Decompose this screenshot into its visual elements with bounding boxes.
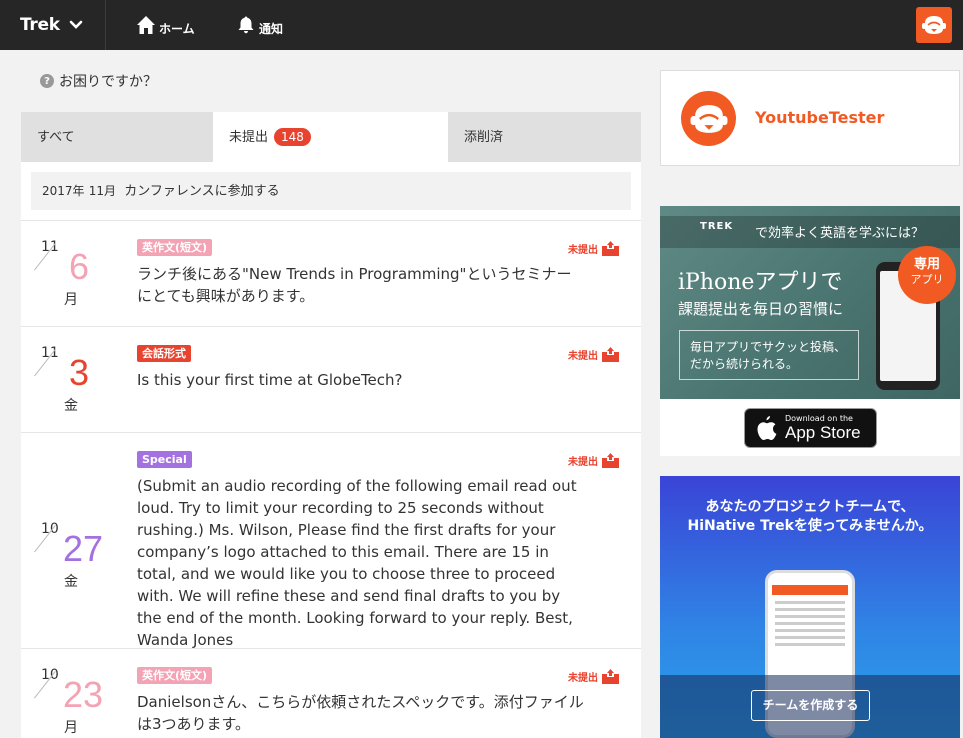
- task-status[interactable]: 未提出: [568, 241, 619, 256]
- team-promo-banner[interactable]: あなたのプロジェクトチームで、 HiNative Trekを使ってみませんか。 …: [660, 476, 960, 738]
- task-type-tag: 会話形式: [137, 345, 191, 362]
- task-status-label: 未提出: [568, 673, 598, 684]
- task-month: 10: [41, 667, 59, 683]
- nav-notifications[interactable]: 通知: [236, 0, 283, 50]
- help-link[interactable]: ? お困りですか？: [40, 71, 157, 91]
- top-nav: Trek ホーム 通知: [0, 0, 963, 50]
- app-badge-main: 専用: [913, 257, 940, 272]
- task-text: (Submit an audio recording of the follow…: [137, 477, 577, 649]
- app-store-button[interactable]: Download on the App Store: [744, 408, 877, 448]
- avatar-face-icon: [690, 104, 727, 133]
- task-month: 10: [41, 521, 59, 537]
- task-status[interactable]: 未提出: [568, 347, 619, 362]
- tab-all-label: すべて: [37, 130, 75, 145]
- help-label: お困りですか？: [59, 74, 157, 90]
- task-type-tag: Special: [137, 451, 192, 468]
- group-title: カンファレンスに参加する: [124, 184, 280, 199]
- group-year: 2017年: [42, 184, 85, 198]
- app-store-line2: App Store: [785, 423, 861, 442]
- task-text: Is this your first time at GlobeTech?: [137, 371, 403, 389]
- task-weekday: 金: [64, 398, 78, 414]
- profile-card[interactable]: YoutubeTester: [660, 70, 960, 166]
- brand-name: Trek: [20, 15, 60, 35]
- question-icon: ?: [40, 74, 54, 88]
- tab-pending[interactable]: 未提出 148: [213, 112, 448, 162]
- task-date: 11 6 月: [21, 221, 131, 326]
- inbox-icon: [602, 241, 619, 256]
- tab-reviewed-label: 添削済: [464, 130, 504, 145]
- task-item[interactable]: 10 27 金 Special 未提出 (Submit an audio rec…: [21, 432, 641, 649]
- promo-subtitle: 課題提出を毎日の習慣に: [678, 300, 844, 318]
- nav-notifications-label: 通知: [259, 21, 284, 36]
- app-promo-image: TREK で効率よく英語を学ぶには？ iPhoneアプリで 課題提出を毎日の習慣…: [660, 206, 960, 399]
- brand-menu[interactable]: Trek: [0, 0, 106, 50]
- task-weekday: 月: [64, 720, 78, 736]
- user-avatar-button[interactable]: [916, 7, 952, 43]
- profile-avatar: [681, 91, 736, 146]
- group-month: 11月: [88, 184, 116, 198]
- task-month: 11: [41, 345, 59, 361]
- task-text: Danielsonさん、こちらが依頼されたスペックです。添付ファイルは3つありま…: [137, 693, 584, 733]
- task-list: 2017年 11月 カンファレンスに参加する 11 6 月 英作文(短文) 未提…: [21, 162, 641, 738]
- task-status[interactable]: 未提出: [568, 453, 619, 468]
- bell-icon: [238, 16, 254, 34]
- promo-text-box: 毎日アプリでサクッと投稿、だから続けられる。: [679, 330, 859, 380]
- inbox-icon: [602, 347, 619, 362]
- promo-headline: で効率よく英語を学ぶには？: [755, 226, 925, 241]
- task-item[interactable]: 11 3 金 会話形式 未提出 Is this your first time …: [21, 326, 641, 432]
- tab-pending-label: 未提出: [229, 130, 269, 145]
- task-day: 27: [63, 528, 104, 569]
- pending-count-badge: 148: [274, 128, 311, 146]
- promo-title: iPhoneアプリで: [678, 270, 843, 295]
- trek-logo: TREK: [700, 221, 734, 232]
- home-icon: [137, 16, 155, 34]
- app-badge-sub: アプリ: [910, 273, 944, 286]
- team-promo-line2: HiNative Trekを使ってみませんか。: [687, 518, 933, 534]
- avatar-face-icon: [922, 16, 946, 34]
- task-date: 11 3 金: [21, 327, 131, 432]
- nav-home[interactable]: ホーム: [136, 0, 195, 50]
- task-item[interactable]: 10 23 月 英作文(短文) 未提出 Danielsonさん、こちらが依頼され…: [21, 648, 641, 738]
- task-status-label: 未提出: [568, 245, 598, 256]
- task-date: 10 27 金: [21, 503, 131, 603]
- task-weekday: 月: [64, 292, 78, 308]
- task-day: 6: [69, 246, 90, 287]
- task-status-label: 未提出: [568, 351, 598, 362]
- app-store-line1: Download on the: [785, 414, 853, 423]
- task-item[interactable]: 11 6 月 英作文(短文) 未提出 ランチ後にある"New Trends in…: [21, 220, 641, 326]
- task-date: 10 23 月: [21, 649, 131, 738]
- app-promo-banner[interactable]: TREK で効率よく英語を学ぶには？ iPhoneアプリで 課題提出を毎日の習慣…: [660, 206, 960, 456]
- group-header: 2017年 11月 カンファレンスに参加する: [31, 172, 631, 210]
- profile-name: YoutubeTester: [755, 108, 885, 127]
- task-day: 3: [69, 352, 90, 393]
- task-text: ランチ後にある"New Trends in Programming"というセミナ…: [137, 265, 572, 305]
- apple-icon: [757, 416, 777, 440]
- task-month: 11: [41, 239, 59, 255]
- task-tabs: すべて 未提出 148 添削済: [21, 112, 641, 162]
- inbox-icon: [602, 669, 619, 684]
- task-type-tag: 英作文(短文): [137, 667, 213, 684]
- app-badge: 専用 アプリ: [898, 246, 956, 304]
- app-store-text: Download on the App Store: [785, 414, 861, 442]
- task-weekday: 金: [64, 574, 78, 590]
- nav-home-label: ホーム: [159, 21, 195, 36]
- team-promo-title: あなたのプロジェクトチームで、 HiNative Trekを使ってみませんか。: [660, 498, 960, 536]
- chevron-down-icon: [69, 20, 83, 29]
- task-status-label: 未提出: [568, 457, 598, 468]
- task-day: 23: [63, 674, 104, 715]
- tab-reviewed[interactable]: 添削済: [448, 112, 641, 162]
- tab-all[interactable]: すべて: [21, 112, 213, 162]
- task-status[interactable]: 未提出: [568, 669, 619, 684]
- create-team-button[interactable]: チームを作成する: [751, 690, 870, 721]
- inbox-icon: [602, 453, 619, 468]
- team-promo-line1: あなたのプロジェクトチームで、: [705, 499, 915, 515]
- task-type-tag: 英作文(短文): [137, 239, 213, 256]
